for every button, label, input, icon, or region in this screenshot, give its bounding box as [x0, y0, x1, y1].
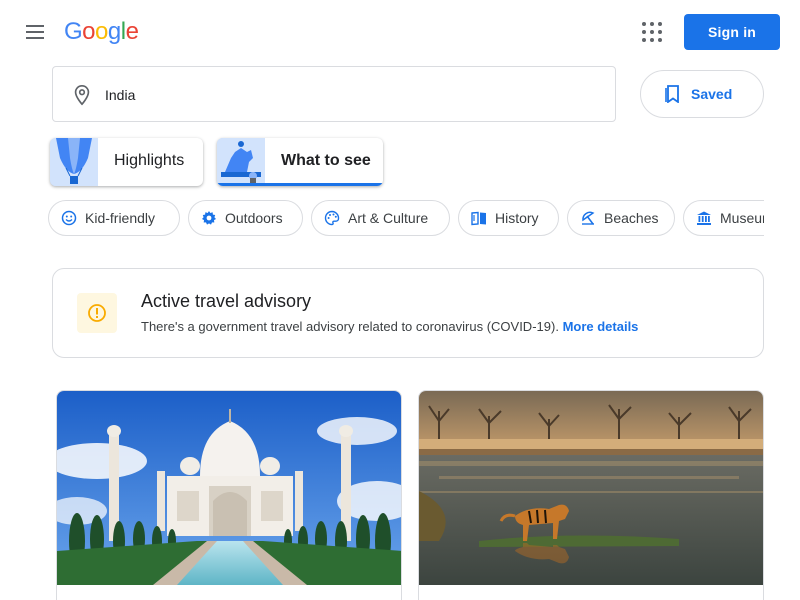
travel-advisory-card: Active travel advisory There's a governm…: [52, 268, 764, 358]
more-details-link[interactable]: More details: [563, 319, 639, 334]
saved-button[interactable]: Saved: [640, 70, 764, 118]
info-icon: [88, 304, 106, 322]
attraction-card[interactable]: [56, 390, 402, 600]
main-menu-button[interactable]: [24, 20, 48, 44]
location-pin-icon: [74, 85, 90, 106]
tab-highlights[interactable]: Highlights: [50, 138, 203, 186]
tab-what-to-see[interactable]: What to see: [217, 138, 383, 186]
chip-beaches[interactable]: Beaches: [567, 200, 675, 236]
chip-label: Kid-friendly: [85, 210, 156, 226]
taj-mahal-photo: [57, 391, 401, 585]
chip-label: Museums: [720, 210, 764, 226]
statue-icon: [217, 138, 265, 186]
advisory-title: Active travel advisory: [141, 291, 312, 311]
logo-letter: o: [82, 18, 96, 45]
bookmark-icon: [665, 85, 679, 103]
advisory-text: There's a government travel advisory rel…: [141, 319, 559, 334]
chip-outdoors[interactable]: Outdoors: [188, 200, 303, 236]
tiger-lake-photo: [419, 391, 763, 585]
umbrella-icon: [582, 211, 595, 225]
sign-in-button[interactable]: Sign in: [684, 14, 780, 50]
chip-label: History: [495, 210, 539, 226]
category-chip-row: Kid-friendly Outdoors Art & Culture Hist…: [48, 200, 764, 238]
chip-museums[interactable]: Museums: [683, 200, 764, 236]
apps-grid-icon[interactable]: [640, 20, 664, 44]
saved-label: Saved: [691, 86, 733, 102]
palette-icon: [324, 210, 340, 226]
google-logo[interactable]: Google: [64, 18, 139, 46]
active-tab-indicator: [217, 183, 383, 186]
advisory-icon-box: [77, 293, 117, 333]
tab-label: What to see: [281, 152, 371, 169]
search-input[interactable]: [105, 81, 585, 109]
chip-label: Beaches: [604, 210, 659, 226]
advisory-description: There's a government travel advisory rel…: [141, 319, 638, 334]
logo-letter: G: [64, 18, 83, 45]
attraction-card[interactable]: [418, 390, 764, 600]
book-icon: [471, 211, 486, 226]
destination-search-box[interactable]: [52, 66, 616, 122]
chip-art-culture[interactable]: Art & Culture: [311, 200, 450, 236]
logo-letter: o: [95, 18, 108, 45]
chip-history[interactable]: History: [458, 200, 559, 236]
chip-kid-friendly[interactable]: Kid-friendly: [48, 200, 180, 236]
chip-label: Outdoors: [225, 210, 283, 226]
tab-label: Highlights: [114, 152, 185, 169]
logo-letter: e: [125, 18, 139, 45]
smiley-icon: [61, 210, 77, 226]
gear-icon: [202, 211, 216, 225]
logo-letter: g: [107, 18, 121, 45]
hot-air-balloon-icon: [50, 138, 98, 186]
museum-icon: [697, 211, 711, 225]
chip-label: Art & Culture: [348, 210, 429, 226]
